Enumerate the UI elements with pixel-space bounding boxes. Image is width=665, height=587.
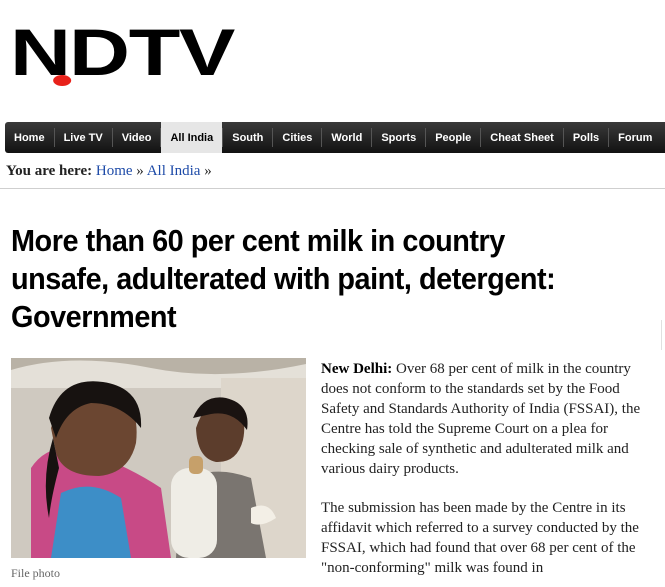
- nav-item-cheat-sheet[interactable]: Cheat Sheet: [481, 122, 563, 153]
- article-dateline: New Delhi:: [321, 361, 393, 377]
- breadcrumb-link-home[interactable]: Home: [96, 163, 133, 179]
- nav-item-sports[interactable]: Sports: [372, 122, 425, 153]
- nav-item-forum[interactable]: Forum: [609, 122, 661, 153]
- article-paragraph-text: Over 68 per cent of milk in the country …: [321, 361, 641, 477]
- nav-item-world[interactable]: World: [322, 122, 371, 153]
- article-body: New Delhi: Over 68 per cent of milk in t…: [321, 359, 655, 587]
- article-paragraph: The submission has been made by the Cent…: [321, 500, 639, 576]
- nav-item-polls[interactable]: Polls: [564, 122, 608, 153]
- divider: [661, 320, 662, 350]
- article-headline: More than 60 per cent milk in country un…: [11, 223, 556, 334]
- breadcrumb-link-all-india[interactable]: All India: [147, 163, 201, 179]
- breadcrumb-separator: »: [204, 163, 212, 179]
- article-photo[interactable]: [11, 358, 306, 558]
- nav-item-south[interactable]: South: [223, 122, 272, 153]
- site-header: N DTV: [0, 0, 254, 104]
- nav-item-all-india[interactable]: All India: [161, 122, 223, 153]
- breadcrumb-separator: »: [136, 163, 144, 179]
- logo-letters-dtv: DTV: [68, 15, 235, 89]
- ndtv-logo[interactable]: N DTV: [10, 15, 235, 89]
- nav-item-video[interactable]: Video: [113, 122, 161, 153]
- nav-item-people[interactable]: People: [426, 122, 480, 153]
- divider: [0, 188, 665, 189]
- breadcrumb-label: You are here:: [6, 163, 93, 179]
- article-paragraph: New Delhi: Over 68 per cent of milk in t…: [321, 359, 655, 479]
- main-nav: Home Live TV Video All India South Cities Worl…: [5, 122, 665, 153]
- photo-caption: File photo: [11, 566, 61, 580]
- breadcrumb: You are here: Home » All India »: [6, 163, 212, 180]
- logo-letter-n: N: [10, 15, 71, 89]
- nav-item-cities[interactable]: Cities: [273, 122, 321, 153]
- nav-item-live-tv[interactable]: Live TV: [55, 122, 112, 153]
- nav-item-home[interactable]: Home: [5, 122, 54, 153]
